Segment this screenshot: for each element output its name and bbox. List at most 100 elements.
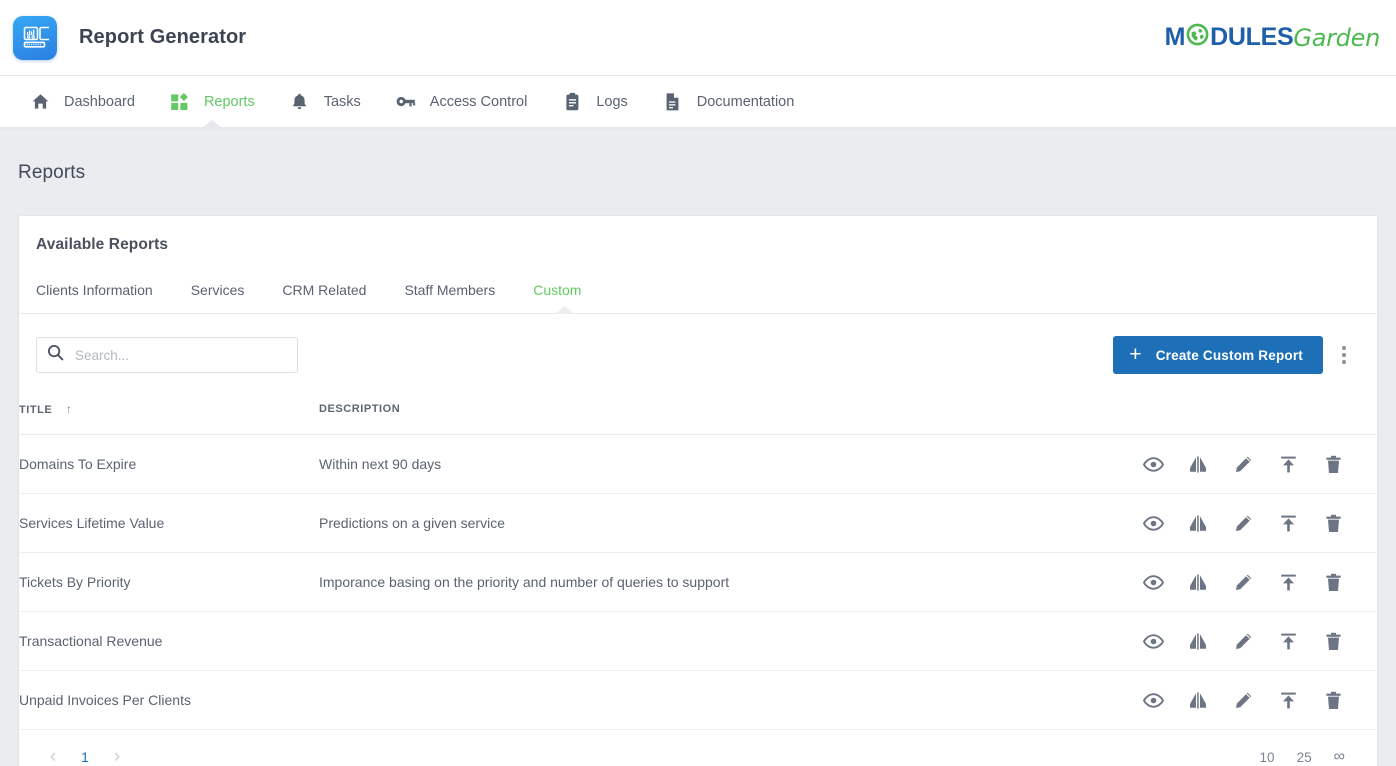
page-size-all[interactable]: ∞ xyxy=(1334,748,1345,766)
view-icon[interactable] xyxy=(1141,452,1165,476)
pagination-page-1[interactable]: 1 xyxy=(70,749,100,765)
tab-staff-members[interactable]: Staff Members xyxy=(404,274,510,313)
report-title: Domains To Expire xyxy=(19,435,319,494)
plus-icon: + xyxy=(1129,344,1141,365)
report-description xyxy=(319,671,1137,730)
report-title: Unpaid Invoices Per Clients xyxy=(19,671,319,730)
edit-icon[interactable] xyxy=(1231,452,1255,476)
column-header-actions xyxy=(1137,396,1377,435)
report-description: Predictions on a given service xyxy=(319,494,1137,553)
table-row[interactable]: Transactional Revenue xyxy=(19,612,1377,671)
clone-icon[interactable] xyxy=(1186,511,1210,535)
edit-icon[interactable] xyxy=(1231,570,1255,594)
tab-custom[interactable]: Custom xyxy=(533,274,596,313)
view-icon[interactable] xyxy=(1141,570,1165,594)
bell-icon xyxy=(289,92,311,111)
brand-modules-suffix: DULES xyxy=(1210,23,1293,52)
nav-item-dashboard[interactable]: Dashboard xyxy=(12,76,152,127)
nav-item-label: Access Control xyxy=(430,94,528,110)
table-row[interactable]: Unpaid Invoices Per Clients xyxy=(19,671,1377,730)
column-header-description-label: DESCRIPTION xyxy=(319,403,400,415)
nav-item-label: Documentation xyxy=(697,94,795,110)
column-header-title[interactable]: TITLE ↑ xyxy=(19,396,319,435)
row-actions xyxy=(1137,570,1377,594)
export-icon[interactable] xyxy=(1276,452,1300,476)
search-input[interactable] xyxy=(75,348,287,363)
page-size-10[interactable]: 10 xyxy=(1260,750,1275,765)
search-box[interactable] xyxy=(36,337,298,373)
nav-item-logs[interactable]: Logs xyxy=(544,76,644,127)
report-title: Tickets By Priority xyxy=(19,553,319,612)
reports-toolbar: + Create Custom Report xyxy=(19,314,1377,396)
row-actions xyxy=(1137,629,1377,653)
tab-crm-related[interactable]: CRM Related xyxy=(282,274,381,313)
clone-icon[interactable] xyxy=(1186,570,1210,594)
export-icon[interactable] xyxy=(1276,629,1300,653)
nav-item-tasks[interactable]: Tasks xyxy=(272,76,378,127)
pagination-next-button[interactable]: › xyxy=(100,740,134,766)
row-actions-cell xyxy=(1137,612,1377,671)
delete-icon[interactable] xyxy=(1321,688,1345,712)
report-title: Transactional Revenue xyxy=(19,612,319,671)
clone-icon[interactable] xyxy=(1186,629,1210,653)
nav-item-label: Logs xyxy=(596,94,627,110)
report-category-tabs: Clients Information Services CRM Related… xyxy=(19,254,1377,314)
tab-label: Staff Members xyxy=(404,282,495,298)
edit-icon[interactable] xyxy=(1231,629,1255,653)
more-vertical-icon[interactable] xyxy=(1327,336,1361,374)
delete-icon[interactable] xyxy=(1321,452,1345,476)
row-actions-cell xyxy=(1137,494,1377,553)
clone-icon[interactable] xyxy=(1186,452,1210,476)
page-size-25[interactable]: 25 xyxy=(1297,750,1312,765)
nav-item-label: Dashboard xyxy=(64,94,135,110)
table-row[interactable]: Domains To Expire Within next 90 days xyxy=(19,435,1377,494)
nav-item-reports[interactable]: Reports xyxy=(152,76,272,127)
row-actions-cell xyxy=(1137,553,1377,612)
export-icon[interactable] xyxy=(1276,511,1300,535)
table-row[interactable]: Services Lifetime Value Predictions on a… xyxy=(19,494,1377,553)
available-reports-card: Available Reports Clients Information Se… xyxy=(18,215,1378,766)
edit-icon[interactable] xyxy=(1231,511,1255,535)
row-actions xyxy=(1137,511,1377,535)
view-icon[interactable] xyxy=(1141,511,1165,535)
report-title: Services Lifetime Value xyxy=(19,494,319,553)
reports-table: TITLE ↑ DESCRIPTION Domains To Expire Wi… xyxy=(19,396,1377,730)
brand-garden: Garden xyxy=(1293,24,1380,52)
view-icon[interactable] xyxy=(1141,688,1165,712)
delete-icon[interactable] xyxy=(1321,629,1345,653)
delete-icon[interactable] xyxy=(1321,570,1345,594)
document-icon xyxy=(662,92,684,112)
export-icon[interactable] xyxy=(1276,688,1300,712)
create-custom-report-label: Create Custom Report xyxy=(1156,348,1303,363)
clone-icon[interactable] xyxy=(1186,688,1210,712)
tab-services[interactable]: Services xyxy=(191,274,260,313)
app-title: Report Generator xyxy=(79,26,246,49)
nav-item-documentation[interactable]: Documentation xyxy=(645,76,812,127)
clipboard-icon xyxy=(561,92,583,112)
nav-item-access-control[interactable]: Access Control xyxy=(378,76,545,127)
tab-label: CRM Related xyxy=(282,282,366,298)
home-icon xyxy=(29,92,51,111)
row-actions-cell xyxy=(1137,671,1377,730)
app-header: Report Generator M DULES Garden xyxy=(0,0,1396,76)
globe-icon xyxy=(1186,23,1209,53)
brand-modules-prefix: M xyxy=(1165,23,1186,52)
view-icon[interactable] xyxy=(1141,629,1165,653)
export-icon[interactable] xyxy=(1276,570,1300,594)
sort-ascending-icon: ↑ xyxy=(66,402,73,416)
tab-clients-information[interactable]: Clients Information xyxy=(36,274,168,313)
toolbar-right: + Create Custom Report xyxy=(1113,336,1361,374)
delete-icon[interactable] xyxy=(1321,511,1345,535)
column-header-description[interactable]: DESCRIPTION xyxy=(319,396,1137,435)
key-icon xyxy=(395,92,417,111)
row-actions xyxy=(1137,452,1377,476)
table-header-row: TITLE ↑ DESCRIPTION xyxy=(19,396,1377,435)
edit-icon[interactable] xyxy=(1231,688,1255,712)
nav-item-label: Tasks xyxy=(324,94,361,110)
create-custom-report-button[interactable]: + Create Custom Report xyxy=(1113,336,1323,374)
nav-active-indicator xyxy=(201,120,223,129)
table-row[interactable]: Tickets By Priority Imporance basing on … xyxy=(19,553,1377,612)
brand-logo: M DULES Garden xyxy=(1165,23,1380,53)
tab-active-indicator xyxy=(555,306,575,314)
pagination-prev-button[interactable]: ‹ xyxy=(36,740,70,766)
